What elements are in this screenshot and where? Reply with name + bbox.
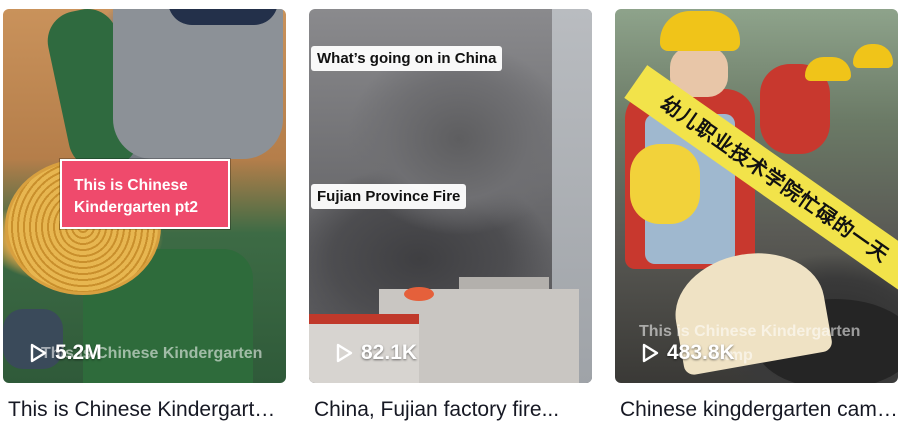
play-icon	[30, 343, 47, 363]
overlay-caption-top: What’s going on in China	[311, 46, 503, 71]
thumbnail-scene-part	[404, 287, 434, 301]
video-thumbnail[interactable]: What’s going on in China Fujian Province…	[309, 9, 592, 383]
view-count: 5.2M	[29, 341, 102, 365]
overlay-caption: This is Chinese Kindergarten pt2	[60, 159, 230, 229]
video-title[interactable]: China, Fujian factory fire...	[309, 395, 592, 425]
overlay-caption-middle: Fujian Province Fire	[311, 184, 467, 209]
view-count-value: 483.8K	[667, 341, 735, 364]
thumbnail-scene-part	[630, 144, 700, 224]
video-card[interactable]: What’s going on in China Fujian Province…	[309, 9, 592, 425]
watermark-text: This is Chinese Kindergarten	[639, 323, 861, 340]
video-thumbnail[interactable]: This is Chinese Kindergarten pt2 This is…	[3, 9, 286, 383]
view-count: 483.8K	[641, 341, 735, 365]
video-title[interactable]: This is Chinese Kindergarten pt2...	[3, 395, 286, 425]
video-card[interactable]: This is Chinese Kindergarten pt2 This is…	[3, 9, 286, 425]
view-count-value: 82.1K	[361, 341, 418, 364]
video-thumbnail[interactable]: 幼儿职业技术学院忙碌的一天 This is Chinese Kindergart…	[615, 9, 898, 383]
video-title[interactable]: Chinese kingdergarten camp...	[615, 395, 898, 425]
view-count-value: 5.2M	[55, 341, 102, 364]
thumbnail-scene-part	[168, 9, 278, 25]
thumbnail-scene-part	[853, 44, 893, 68]
view-count: 82.1K	[335, 341, 417, 365]
video-card[interactable]: 幼儿职业技术学院忙碌的一天 This is Chinese Kindergart…	[615, 9, 898, 425]
thumbnail-scene-part	[805, 57, 851, 81]
play-icon	[642, 343, 659, 363]
thumbnail-scene-part	[113, 9, 283, 159]
thumbnail-scene-part	[660, 11, 740, 51]
video-grid: This is Chinese Kindergarten pt2 This is…	[0, 0, 919, 442]
play-icon	[336, 343, 353, 363]
